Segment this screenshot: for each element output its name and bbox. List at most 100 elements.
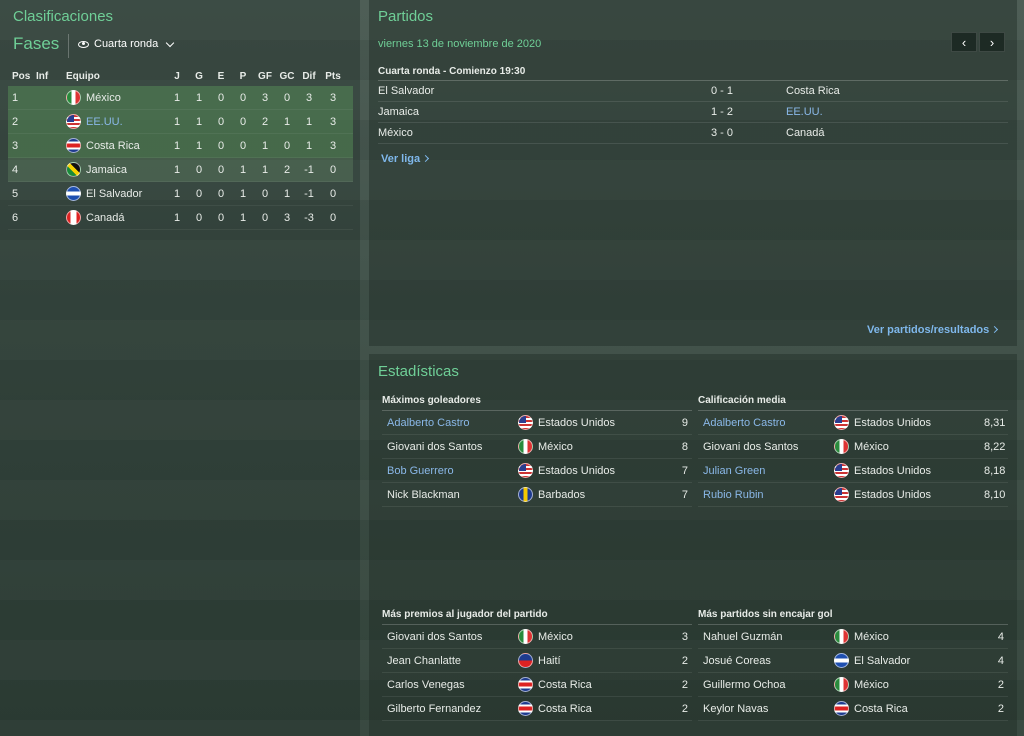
match-score[interactable]: 3 - 0	[658, 127, 786, 139]
list-item[interactable]: Guillermo Ochoa México 2	[698, 673, 1008, 697]
team-name[interactable]: Jamaica	[86, 164, 127, 176]
team-name[interactable]: Estados Unidos	[854, 417, 931, 429]
col-header-inf[interactable]: Inf	[36, 71, 66, 82]
player-name[interactable]: Giovani dos Santos	[698, 441, 834, 453]
team-name[interactable]: EE.UU.	[86, 116, 123, 128]
player-name[interactable]: Nick Blackman	[382, 489, 518, 501]
row-team[interactable]: Jamaica	[66, 162, 166, 177]
player-team[interactable]: Estados Unidos	[518, 463, 668, 478]
list-item[interactable]: Nahuel Guzmán México 4	[698, 625, 1008, 649]
player-name[interactable]: Keylor Navas	[698, 703, 834, 715]
list-item[interactable]: Giovani dos Santos México 3	[382, 625, 692, 649]
list-item[interactable]: Keylor Navas Costa Rica 2	[698, 697, 1008, 721]
table-row[interactable]: 4 Jamaica 1 0 0 1 1 2 -1 0	[8, 158, 353, 182]
match-away-team[interactable]: Costa Rica	[786, 85, 1006, 97]
player-name[interactable]: Julian Green	[698, 465, 834, 477]
player-name[interactable]: Giovani dos Santos	[382, 441, 518, 453]
list-item[interactable]: Jean Chanlatte Haití 2	[382, 649, 692, 673]
team-name[interactable]: Canadá	[86, 212, 125, 224]
match-score[interactable]: 0 - 1	[658, 85, 786, 97]
player-name[interactable]: Carlos Venegas	[382, 679, 518, 691]
row-team[interactable]: Canadá	[66, 210, 166, 225]
player-name[interactable]: Bob Guerrero	[382, 465, 518, 477]
col-header-pts[interactable]: Pts	[320, 71, 346, 82]
row-team[interactable]: México	[66, 90, 166, 105]
list-item[interactable]: Adalberto Castro Estados Unidos 8,31	[698, 411, 1008, 435]
team-name[interactable]: Costa Rica	[86, 140, 140, 152]
list-item[interactable]: Bob Guerrero Estados Unidos 7	[382, 459, 692, 483]
player-name[interactable]: Josué Coreas	[698, 655, 834, 667]
list-item[interactable]: Giovani dos Santos México 8,22	[698, 435, 1008, 459]
list-item[interactable]: Carlos Venegas Costa Rica 2	[382, 673, 692, 697]
player-team[interactable]: Estados Unidos	[834, 415, 984, 430]
row-team[interactable]: Costa Rica	[66, 138, 166, 153]
next-date-button[interactable]: ›	[979, 32, 1005, 52]
match-home-team[interactable]: Jamaica	[378, 106, 658, 118]
team-name[interactable]: El Salvador	[854, 655, 910, 667]
col-header-team[interactable]: Equipo	[66, 71, 166, 82]
col-header-gf[interactable]: GF	[254, 71, 276, 82]
row-team[interactable]: El Salvador	[66, 186, 166, 201]
team-name[interactable]: Barbados	[538, 489, 585, 501]
table-row[interactable]: 5 El Salvador 1 0 0 1 0 1 -1 0	[8, 182, 353, 206]
player-name[interactable]: Adalberto Castro	[698, 417, 834, 429]
team-name[interactable]: Estados Unidos	[538, 465, 615, 477]
team-name[interactable]: Costa Rica	[854, 703, 908, 715]
list-item[interactable]: Gilberto Fernandez Costa Rica 2	[382, 697, 692, 721]
player-team[interactable]: Barbados	[518, 487, 668, 502]
player-team[interactable]: El Salvador	[834, 653, 984, 668]
player-team[interactable]: Costa Rica	[834, 701, 984, 716]
match-away-team[interactable]: EE.UU.	[786, 106, 1006, 118]
player-team[interactable]: Estados Unidos	[518, 415, 668, 430]
player-name[interactable]: Rubio Rubin	[698, 489, 834, 501]
team-name[interactable]: México	[854, 679, 889, 691]
match-home-team[interactable]: El Salvador	[378, 85, 658, 97]
table-row[interactable]: 2 EE.UU. 1 1 0 0 2 1 1 3	[8, 110, 353, 134]
prev-date-button[interactable]: ‹	[951, 32, 977, 52]
team-name[interactable]: México	[538, 441, 573, 453]
match-row[interactable]: México 3 - 0 Canadá	[378, 123, 1008, 144]
team-name[interactable]: Estados Unidos	[854, 489, 931, 501]
col-header-dif[interactable]: Dif	[298, 71, 320, 82]
player-name[interactable]: Gilberto Fernandez	[382, 703, 518, 715]
player-team[interactable]: México	[518, 629, 668, 644]
player-team[interactable]: México	[518, 439, 668, 454]
team-name[interactable]: México	[854, 441, 889, 453]
team-name[interactable]: Estados Unidos	[854, 465, 931, 477]
team-name[interactable]: Costa Rica	[538, 679, 592, 691]
player-team[interactable]: Haití	[518, 653, 668, 668]
list-item[interactable]: Josué Coreas El Salvador 4	[698, 649, 1008, 673]
table-row[interactable]: 6 Canadá 1 0 0 1 0 3 -3 0	[8, 206, 353, 230]
match-score[interactable]: 1 - 2	[658, 106, 786, 118]
table-row[interactable]: 1 México 1 1 0 0 3 0 3 3	[8, 86, 353, 110]
match-row[interactable]: Jamaica 1 - 2 EE.UU.	[378, 102, 1008, 123]
team-name[interactable]: Estados Unidos	[538, 417, 615, 429]
team-name[interactable]: Costa Rica	[538, 703, 592, 715]
view-results-link[interactable]: Ver partidos/resultados	[867, 324, 999, 336]
player-team[interactable]: México	[834, 677, 984, 692]
team-name[interactable]: México	[854, 631, 889, 643]
match-row[interactable]: El Salvador 0 - 1 Costa Rica	[378, 81, 1008, 102]
col-header-g[interactable]: G	[188, 71, 210, 82]
team-name[interactable]: Haití	[538, 655, 561, 667]
col-header-p[interactable]: P	[232, 71, 254, 82]
team-name[interactable]: México	[538, 631, 573, 643]
team-name[interactable]: México	[86, 92, 121, 104]
player-name[interactable]: Jean Chanlatte	[382, 655, 518, 667]
player-name[interactable]: Adalberto Castro	[382, 417, 518, 429]
match-home-team[interactable]: México	[378, 127, 658, 139]
list-item[interactable]: Giovani dos Santos México 8	[382, 435, 692, 459]
player-team[interactable]: Estados Unidos	[834, 487, 984, 502]
list-item[interactable]: Rubio Rubin Estados Unidos 8,10	[698, 483, 1008, 507]
row-team[interactable]: EE.UU.	[66, 114, 166, 129]
player-team[interactable]: Estados Unidos	[834, 463, 984, 478]
list-item[interactable]: Nick Blackman Barbados 7	[382, 483, 692, 507]
list-item[interactable]: Julian Green Estados Unidos 8,18	[698, 459, 1008, 483]
col-header-gc[interactable]: GC	[276, 71, 298, 82]
player-name[interactable]: Nahuel Guzmán	[698, 631, 834, 643]
team-name[interactable]: El Salvador	[86, 188, 142, 200]
stage-dropdown[interactable]: Cuarta ronda	[78, 38, 175, 50]
player-team[interactable]: Costa Rica	[518, 701, 668, 716]
player-team[interactable]: Costa Rica	[518, 677, 668, 692]
table-row[interactable]: 3 Costa Rica 1 1 0 0 1 0 1 3	[8, 134, 353, 158]
